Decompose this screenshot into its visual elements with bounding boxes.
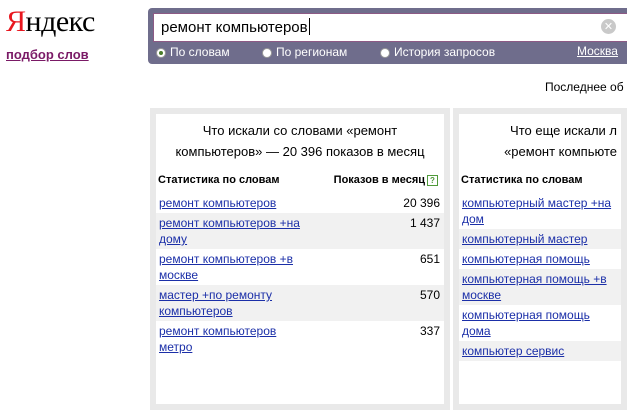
radio-history[interactable]: История запросов xyxy=(380,44,495,60)
clear-icon[interactable]: ✕ xyxy=(601,19,616,34)
left-results-list: ремонт компьютеров 20 396 ремонт компьюте… xyxy=(156,193,444,357)
query-link[interactable]: компьютерный мастер xyxy=(462,232,587,246)
shows-count: 20 396 xyxy=(403,196,440,210)
search-input[interactable]: ремонт компьютеров xyxy=(153,13,627,42)
region-link[interactable]: Москва xyxy=(577,44,618,58)
table-row: ремонт компьютеров +в москве 651 xyxy=(156,249,444,285)
title-line: «ремонт компьюте xyxy=(504,144,617,159)
text-caret xyxy=(308,18,310,35)
right-panel-title: Что еще искали л «ремонт компьюте xyxy=(459,114,621,162)
table-row: ремонт компьютеров метро 337 xyxy=(156,321,444,357)
last-updated-text: Последнее об xyxy=(545,80,624,94)
wordstat-link[interactable]: подбор слов xyxy=(6,47,89,62)
query-link[interactable]: ремонт компьютеров метро xyxy=(159,324,276,354)
right-results-panel: Что еще искали л «ремонт компьюте Статис… xyxy=(453,108,627,410)
query-link[interactable]: ремонт компьютеров +в москве xyxy=(159,252,293,282)
table-row: мастер +по ремонту компьютеров 570 xyxy=(156,285,444,321)
query-link[interactable]: компьютерный мастер +на дом xyxy=(462,196,611,226)
title-line: Что искали со словами «ремонт xyxy=(202,123,398,138)
shows-count: 651 xyxy=(419,252,440,266)
left-panel-title: Что искали со словами «ремонт компьютеро… xyxy=(156,114,444,162)
query-link[interactable]: компьютерная помощь дома xyxy=(462,308,590,338)
help-icon[interactable]: ? xyxy=(427,175,438,186)
title-line: компьютеров» — 20 396 показов в месяц xyxy=(175,144,425,159)
radio-selected-icon xyxy=(156,48,166,58)
query-link[interactable]: мастер +по ремонту компьютеров xyxy=(159,288,272,318)
column-headers: Статистика по словам xyxy=(461,174,619,186)
title-line: Что еще искали л xyxy=(510,123,617,138)
table-row: компьютерная помощь +в москве xyxy=(459,269,621,305)
query-link[interactable]: компьютерная помощь xyxy=(462,252,590,266)
radio-icon xyxy=(262,48,272,58)
table-row: ремонт компьютеров 20 396 xyxy=(156,193,444,213)
table-row: ремонт компьютеров +на дому 1 437 xyxy=(156,213,444,249)
query-link[interactable]: компьютерная помощь +в москве xyxy=(462,272,607,302)
radio-label: По регионам xyxy=(276,45,348,59)
radio-label: История запросов xyxy=(394,45,496,59)
col-words-header: Статистика по словам xyxy=(461,174,583,186)
shows-count: 570 xyxy=(419,288,440,302)
query-link[interactable]: ремонт компьютеров xyxy=(159,196,276,210)
search-query: ремонт компьютеров xyxy=(161,19,308,36)
radio-label: По словам xyxy=(170,45,230,59)
table-row: компьютерная помощь xyxy=(459,249,621,269)
query-link[interactable]: ремонт компьютеров +на дому xyxy=(159,216,300,246)
table-row: компьютерный мастер xyxy=(459,229,621,249)
query-link[interactable]: компьютер сервис xyxy=(462,344,564,358)
col-shows-header: Показов в месяц xyxy=(333,174,425,186)
column-headers: Статистика по словам Показов в месяц? xyxy=(158,174,442,186)
search-bar: ремонт компьютеров ✕ По словам По регион… xyxy=(148,8,627,64)
shows-count: 1 437 xyxy=(409,216,440,230)
yandex-logo[interactable]: Яндекс xyxy=(6,2,95,42)
left-results-panel: Что искали со словами «ремонт компьютеро… xyxy=(150,108,450,410)
logo-rest: ндекс xyxy=(25,5,96,38)
table-row: компьютер сервис xyxy=(459,341,621,361)
logo-first-letter: Я xyxy=(6,5,26,38)
radio-by-words[interactable]: По словам xyxy=(156,44,230,60)
table-row: компьютерная помощь дома xyxy=(459,305,621,341)
right-results-list: компьютерный мастер +на дом компьютерный … xyxy=(459,193,621,361)
radio-by-regions[interactable]: По регионам xyxy=(262,44,347,60)
shows-count: 337 xyxy=(419,324,440,338)
radio-icon xyxy=(380,48,390,58)
col-words-header: Статистика по словам xyxy=(158,174,280,186)
table-row: компьютерный мастер +на дом xyxy=(459,193,621,229)
